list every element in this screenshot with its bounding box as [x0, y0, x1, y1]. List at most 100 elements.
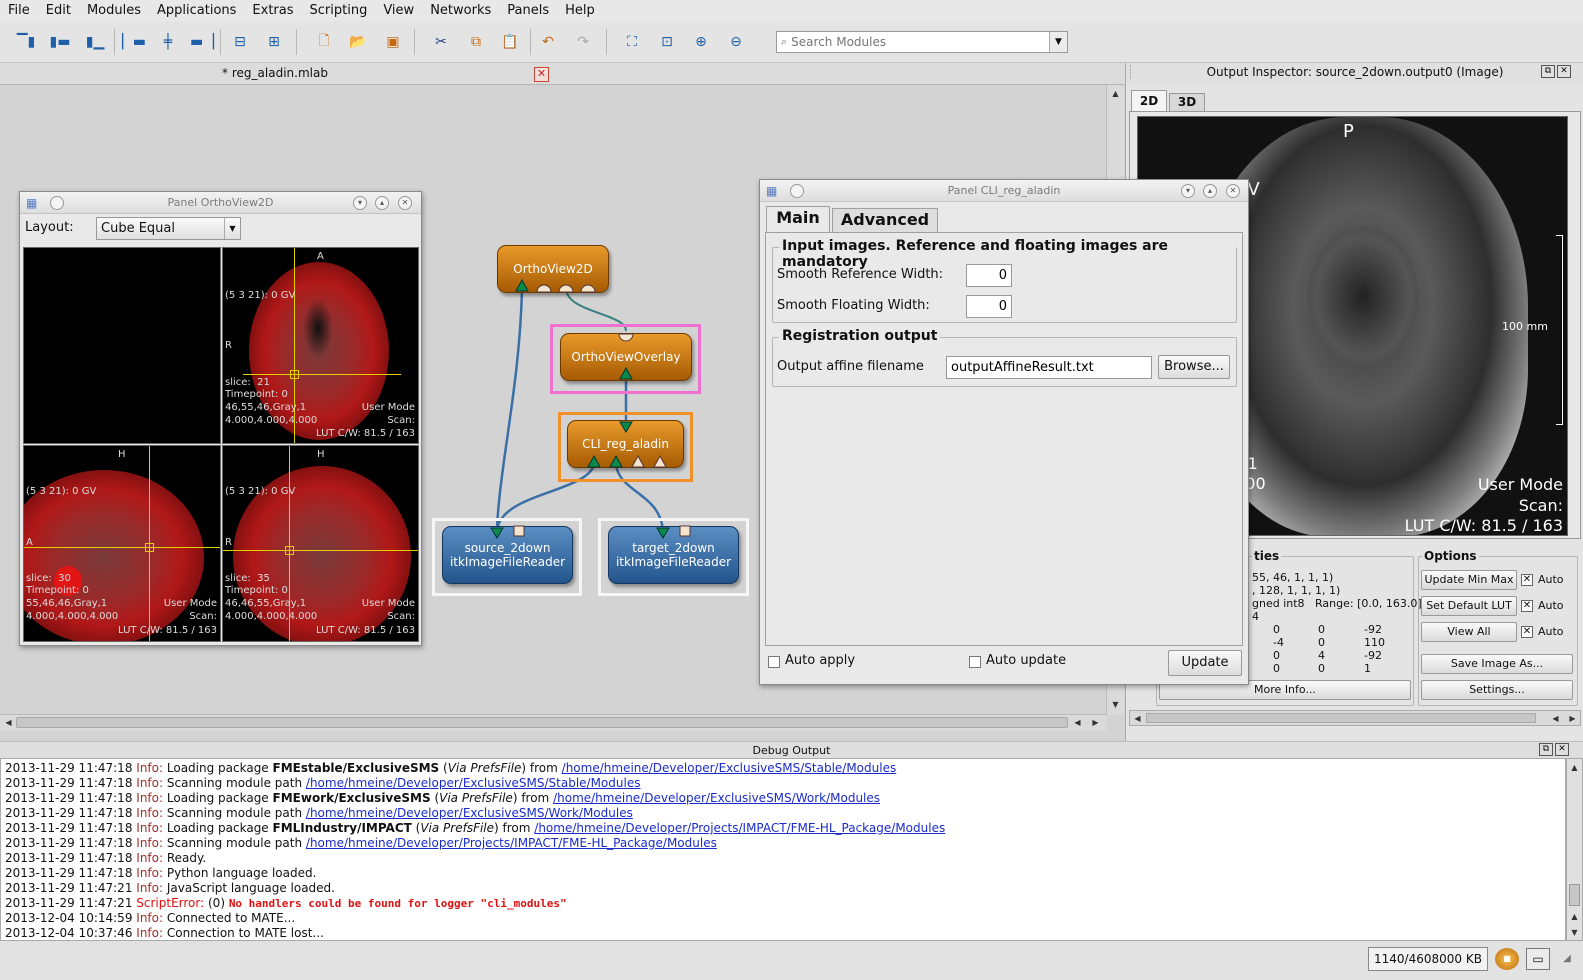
log-link[interactable]: /home/hmeine/Developer/ExclusiveSMS/Work… [306, 806, 633, 820]
slice-label: slice: 35 [225, 573, 270, 584]
scroll-thumb[interactable] [16, 717, 1068, 728]
status-bar: 1140/4608000 KB ■ ▭ ◢ [0, 941, 1583, 980]
auto-lut-checkbox[interactable]: ✕ [1521, 600, 1533, 612]
distribute-vertical-icon[interactable]: ⊞ [262, 30, 286, 54]
close-icon[interactable]: ✕ [1226, 184, 1240, 198]
log-line: 2013-12-04 10:37:46 Info: Connection to … [5, 926, 324, 940]
search-input[interactable] [787, 35, 1049, 49]
distribute-horizontal-icon[interactable]: ⊟ [228, 30, 252, 54]
scroll-up-icon[interactable]: ▲ [1108, 86, 1123, 101]
align-center-icon[interactable]: ╪ [156, 30, 180, 54]
menu-file[interactable]: File [0, 3, 38, 18]
zoom-out-icon[interactable]: ⊖ [724, 30, 748, 54]
shade-icon[interactable] [790, 184, 804, 198]
scroll-up-icon[interactable]: ▲ [1567, 760, 1582, 775]
smooth-floating-input[interactable] [966, 295, 1012, 318]
tab-advanced[interactable]: Advanced [832, 208, 938, 232]
view-all-button[interactable]: View All [1421, 622, 1517, 642]
scroll-right-icon[interactable]: ▶ [1088, 715, 1103, 730]
viewport-coronal[interactable]: H R (5 3 21): 0 GV slice: 35 Timepoint: … [222, 445, 419, 642]
scroll-down-icon[interactable]: ▼ [1567, 925, 1582, 940]
fit-view-icon[interactable]: ⛶ [620, 30, 644, 54]
scroll-left-icon[interactable]: ◀ [1070, 715, 1085, 730]
panel-menu-icon[interactable]: ▦ [766, 184, 777, 198]
auto-view-all-checkbox[interactable]: ✕ [1521, 626, 1533, 638]
scroll-thumb[interactable] [1569, 884, 1580, 906]
close-icon[interactable]: ✕ [398, 196, 412, 210]
float-icon[interactable]: ⧉ [1541, 65, 1555, 78]
log-link[interactable]: /home/hmeine/Developer/ExclusiveSMS/Stab… [306, 776, 641, 790]
align-middle-icon[interactable]: ▮▬ [48, 30, 72, 54]
menu-scripting[interactable]: Scripting [302, 3, 376, 18]
undo-icon[interactable]: ↶ [536, 30, 560, 54]
update-min-max-button[interactable]: Update Min Max [1421, 570, 1517, 590]
save-image-button[interactable]: Save Image As... [1421, 654, 1573, 674]
menu-panels[interactable]: Panels [499, 3, 557, 18]
inspector-scrollbar[interactable]: ◀ ◀ ▶ [1129, 710, 1581, 726]
float-icon[interactable]: ⧉ [1539, 743, 1553, 756]
new-file-icon[interactable]: 🗋 [312, 30, 336, 54]
layout-select[interactable]: Cube Equal ▼ [96, 217, 241, 240]
chevron-up-icon[interactable]: ▴ [1203, 184, 1217, 198]
viewport-sagittal[interactable]: H A (5 3 21): 0 GV slice: 30 Timepoint: … [23, 445, 221, 642]
log-link[interactable]: /home/hmeine/Developer/Projects/IMPACT/F… [534, 821, 945, 835]
stop-icon[interactable]: ■ [1495, 948, 1519, 970]
tab-main[interactable]: Main [766, 206, 830, 233]
paste-icon[interactable]: 📋 [498, 30, 522, 54]
log-link[interactable]: /home/hmeine/Developer/Projects/IMPACT/F… [306, 836, 717, 850]
close-icon[interactable]: ✕ [1557, 65, 1571, 78]
update-button[interactable]: Update [1168, 650, 1242, 676]
scroll-right-icon[interactable]: ▶ [1565, 711, 1580, 726]
cut-icon[interactable]: ✂ [429, 30, 453, 54]
resize-grip-icon[interactable]: ◢ [1556, 948, 1578, 970]
close-icon[interactable]: ✕ [1555, 743, 1569, 756]
panel-menu-icon[interactable]: ▦ [26, 196, 37, 210]
viewport-empty[interactable] [23, 247, 221, 444]
align-left-icon[interactable]: ▏▬ [122, 30, 146, 54]
menu-modules[interactable]: Modules [79, 3, 149, 18]
menu-extras[interactable]: Extras [244, 3, 301, 18]
menu-help[interactable]: Help [557, 3, 603, 18]
output-affine-input[interactable] [946, 356, 1152, 379]
dock-grip[interactable] [1130, 65, 1144, 79]
scroll-down-icon[interactable]: ▼ [1108, 697, 1123, 712]
menu-networks[interactable]: Networks [422, 3, 499, 18]
redo-icon[interactable]: ↷ [571, 30, 595, 54]
zoom-selection-icon[interactable]: ⊡ [655, 30, 679, 54]
settings-button[interactable]: Settings... [1421, 680, 1573, 700]
network-horizontal-scrollbar[interactable]: ◀ ◀ ▶ [0, 714, 1106, 731]
log-link[interactable]: /home/hmeine/Developer/ExclusiveSMS/Work… [553, 791, 880, 805]
chevron-down-icon[interactable]: ▾ [1181, 184, 1195, 198]
monitor-icon[interactable]: ▭ [1526, 948, 1550, 970]
browse-button[interactable]: Browse... [1158, 355, 1230, 379]
scroll-thumb[interactable] [1146, 713, 1536, 723]
menu-view[interactable]: View [375, 3, 422, 18]
debug-scrollbar[interactable]: ▲ ▲ ▼ [1566, 758, 1583, 941]
align-right-icon[interactable]: ▬▕ [190, 30, 214, 54]
tab-2d[interactable]: 2D [1131, 90, 1167, 112]
log-link[interactable]: /home/hmeine/Developer/ExclusiveSMS/Stab… [562, 761, 897, 775]
scroll-left-icon[interactable]: ◀ [1548, 711, 1563, 726]
auto-apply-checkbox[interactable] [768, 656, 780, 668]
zoom-in-icon[interactable]: ⊕ [689, 30, 713, 54]
chevron-down-icon[interactable]: ▾ [353, 196, 367, 210]
menu-edit[interactable]: Edit [38, 3, 79, 18]
shade-icon[interactable] [50, 196, 64, 210]
chevron-up-icon[interactable]: ▴ [375, 196, 389, 210]
tab-3d[interactable]: 3D [1169, 93, 1205, 112]
set-default-lut-button[interactable]: Set Default LUT [1421, 596, 1517, 616]
smooth-reference-input[interactable] [966, 264, 1012, 287]
scroll-left-icon[interactable]: ◀ [1130, 711, 1145, 726]
auto-update-checkbox[interactable] [969, 656, 981, 668]
copy-icon[interactable]: ⧉ [464, 30, 488, 54]
open-folder-icon[interactable]: 📂 [346, 30, 370, 54]
menu-applications[interactable]: Applications [149, 3, 244, 18]
chevron-down-icon[interactable]: ▼ [1049, 32, 1067, 52]
align-top-icon[interactable]: ▔▮ [14, 30, 38, 54]
align-bottom-icon[interactable]: ▮▁ [83, 30, 107, 54]
viewport-axial[interactable]: A R (5 3 21): 0 GV slice: 21 Timepoint: … [222, 247, 419, 444]
save-icon[interactable]: ▣ [381, 30, 405, 54]
auto-minmax-checkbox[interactable]: ✕ [1521, 574, 1533, 586]
scroll-up-icon[interactable]: ▲ [1567, 909, 1582, 924]
scroll-left-icon[interactable]: ◀ [1, 715, 16, 730]
